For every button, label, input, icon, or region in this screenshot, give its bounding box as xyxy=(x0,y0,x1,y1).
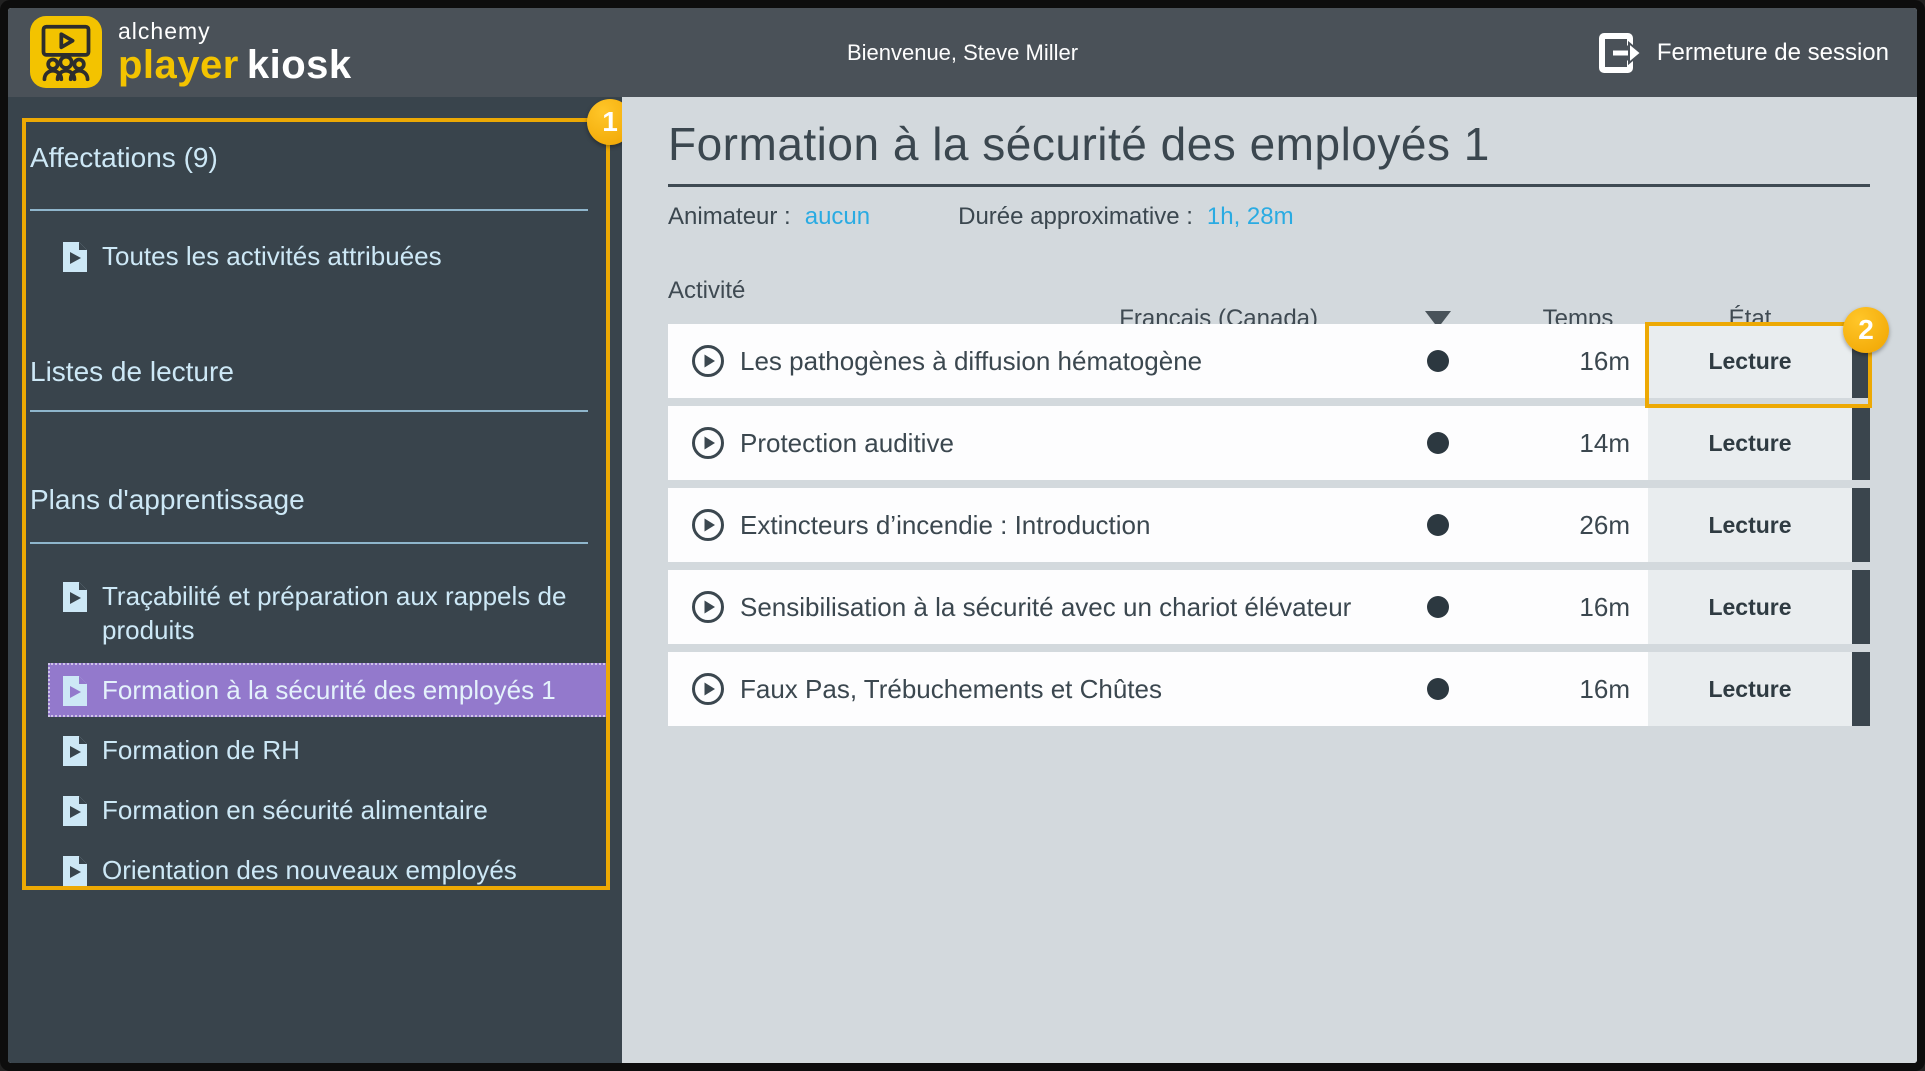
logout-button[interactable]: Fermeture de session xyxy=(1597,8,1889,97)
section-title-affectations: Affectations (9) xyxy=(30,142,218,173)
status-dot-icon xyxy=(1427,350,1449,372)
play-button[interactable] xyxy=(668,507,740,543)
status-dot-cell xyxy=(1368,514,1508,536)
sidebar-item-label: Formation à la sécurité des employés 1 xyxy=(102,675,556,705)
lecture-button[interactable]: Lecture xyxy=(1648,488,1852,562)
play-circle-icon xyxy=(692,427,724,459)
section-title-listes-de-lecture: Listes de lecture xyxy=(30,356,234,387)
sidebar-item-formation-rh[interactable]: Formation de RH xyxy=(48,723,608,777)
document-play-icon xyxy=(63,796,87,826)
status-dot-cell xyxy=(1368,678,1508,700)
status-dot-cell xyxy=(1368,432,1508,454)
activity-row: Faux Pas, Trébuchements et Chûtes 16m Le… xyxy=(668,652,1870,726)
logout-label: Fermeture de session xyxy=(1656,38,1889,66)
activity-title: Les pathogènes à diffusion hématogène xyxy=(740,345,1203,376)
status-dot-cell xyxy=(1368,596,1508,618)
document-play-icon xyxy=(63,856,87,886)
sidebar-item-all-assigned-activities[interactable]: Toutes les activités attribuées xyxy=(48,229,608,283)
status-dot-icon xyxy=(1427,678,1449,700)
lecture-button[interactable]: Lecture xyxy=(1648,570,1852,644)
activity-row: Sensibilisation à la sécurité avec un ch… xyxy=(668,570,1870,644)
screenshot-frame: alchemy player kiosk Bienvenue, Steve Mil… xyxy=(0,0,1925,1071)
status-dot-icon xyxy=(1427,596,1449,618)
sidebar-item-label: Orientation des nouveaux employés xyxy=(102,855,517,885)
page-title: Formation à la sécurité des employés 1 xyxy=(668,117,1870,187)
document-play-icon xyxy=(63,736,87,766)
duration-value: 1h, 28m xyxy=(1206,203,1294,230)
app-window: alchemy player kiosk Bienvenue, Steve Mil… xyxy=(8,8,1917,1063)
play-circle-icon xyxy=(692,673,724,705)
document-play-icon xyxy=(63,676,87,706)
status-dot-cell xyxy=(1368,350,1508,372)
document-play-icon xyxy=(63,242,87,272)
row-end-strip xyxy=(1852,570,1870,644)
sidebar-item-tracabilite[interactable]: Traçabilité et préparation aux rappels d… xyxy=(48,569,608,657)
lecture-button[interactable]: Lecture xyxy=(1648,324,1852,398)
sidebar: Affectations (9) Toutes les activités at… xyxy=(8,97,633,1063)
sidebar-item-label: Formation de RH xyxy=(102,735,300,765)
section-divider xyxy=(30,209,588,211)
activity-row: Protection auditive 14m Lecture xyxy=(668,406,1870,480)
play-circle-icon xyxy=(692,345,724,377)
activity-title: Sensibilisation à la sécurité avec un ch… xyxy=(740,591,1352,622)
sidebar-item-formation-securite-employes-1[interactable]: Formation à la sécurité des employés 1 xyxy=(48,663,608,717)
status-dot-icon xyxy=(1427,432,1449,454)
course-meta: Animateur : aucun Durée approximative : … xyxy=(668,203,1917,231)
play-button[interactable] xyxy=(668,425,740,461)
sidebar-item-orientation-nouveaux-employes[interactable]: Orientation des nouveaux employés xyxy=(48,843,608,897)
section-divider xyxy=(30,410,588,412)
play-circle-icon xyxy=(692,591,724,623)
duration-label: Durée approximative : xyxy=(958,203,1193,230)
main-content: Formation à la sécurité des employés 1 A… xyxy=(622,97,1917,1063)
activity-list: Les pathogènes à diffusion hématogène 16… xyxy=(668,324,1917,726)
section-title-plans-apprentissage: Plans d'apprentissage xyxy=(30,484,305,515)
activity-time: 26m xyxy=(1579,509,1630,540)
document-play-icon xyxy=(63,582,87,612)
animator-value: aucun xyxy=(804,203,871,230)
activity-time: 14m xyxy=(1579,427,1630,458)
play-button[interactable] xyxy=(668,671,740,707)
logout-icon xyxy=(1598,32,1643,73)
activity-title: Protection auditive xyxy=(740,427,954,458)
activity-time: 16m xyxy=(1579,591,1630,622)
play-button[interactable] xyxy=(668,343,740,379)
play-button[interactable] xyxy=(668,589,740,625)
sidebar-item-formation-securite-alimentaire[interactable]: Formation en sécurité alimentaire xyxy=(48,783,608,837)
animator-label: Animateur : xyxy=(668,203,791,230)
sidebar-item-label: Traçabilité et préparation aux rappels d… xyxy=(102,581,567,645)
play-circle-icon xyxy=(692,509,724,541)
sidebar-item-label: Formation en sécurité alimentaire xyxy=(102,795,488,825)
row-end-strip xyxy=(1852,652,1870,726)
row-end-strip xyxy=(1852,406,1870,480)
table-header: Activité Français (Canada) Temps État xyxy=(668,277,1870,332)
activity-time: 16m xyxy=(1579,673,1630,704)
activity-row: Extincteurs d’incendie : Introduction 26… xyxy=(668,488,1870,562)
activity-time: 16m xyxy=(1579,345,1630,376)
row-end-strip xyxy=(1852,488,1870,562)
lecture-button[interactable]: Lecture xyxy=(1648,406,1852,480)
section-divider xyxy=(30,542,588,544)
sidebar-item-label: Toutes les activités attribuées xyxy=(102,241,442,271)
activity-title: Extincteurs d’incendie : Introduction xyxy=(740,509,1151,540)
lecture-button[interactable]: Lecture xyxy=(1648,652,1852,726)
column-header-activity: Activité xyxy=(668,277,746,304)
row-end-strip xyxy=(1852,324,1870,398)
activity-title: Faux Pas, Trébuchements et Chûtes xyxy=(740,673,1162,704)
top-bar: alchemy player kiosk Bienvenue, Steve Mil… xyxy=(8,8,1917,97)
status-dot-icon xyxy=(1427,514,1449,536)
activity-row: Les pathogènes à diffusion hématogène 16… xyxy=(668,324,1870,398)
